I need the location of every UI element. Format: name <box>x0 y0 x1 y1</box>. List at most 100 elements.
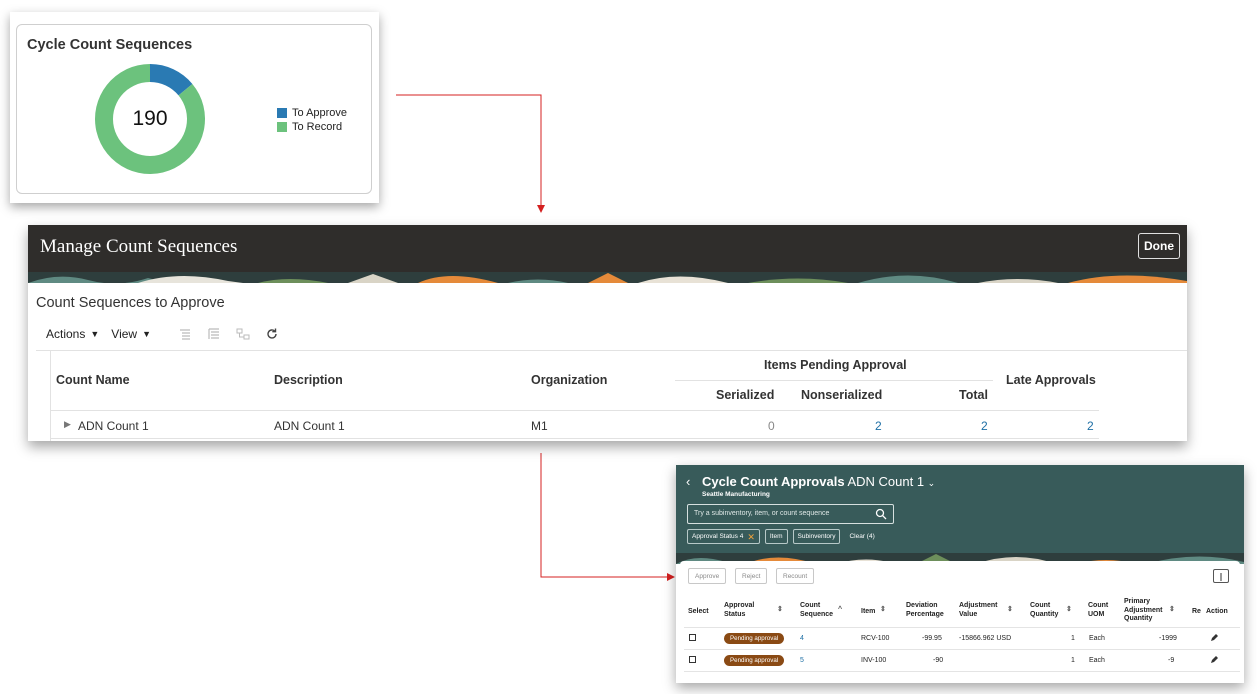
cell-deviation: -90 <box>933 657 944 664</box>
clear-filters-link[interactable]: Clear (4) <box>849 533 874 540</box>
cell-deviation: -99.95 <box>922 635 942 642</box>
table-top-border <box>36 350 1187 351</box>
sort-icon[interactable]: ⇕ <box>1007 606 1013 615</box>
expand-all-icon[interactable] <box>207 327 221 341</box>
search-input[interactable]: Try a subinventory, item, or count seque… <box>687 504 894 524</box>
approvals-title-bold: Cycle Count Approvals <box>702 474 845 489</box>
col-header-item[interactable]: Item <box>861 608 875 617</box>
approvals-header: ‹ Cycle Count Approvals ADN Count 1 ⌄ Se… <box>676 465 1244 555</box>
col-header-nonserialized[interactable]: Nonserialized <box>801 388 882 402</box>
cell-item: INV-100 <box>861 657 887 664</box>
sort-icon[interactable]: ⇕ <box>880 606 886 615</box>
hierarchy-icon[interactable] <box>236 327 250 341</box>
header-bottom-border <box>51 410 1099 411</box>
view-menu[interactable]: View ▼ <box>111 327 151 341</box>
cycle-count-sequences-card: Cycle Count Sequences 190 To Approve To … <box>10 12 379 203</box>
approvals-table-panel: Approve Reject Recount Select Approval St… <box>680 561 1240 683</box>
status-badge: Pending approval <box>724 633 785 644</box>
back-chevron-icon[interactable]: ‹ <box>686 474 690 489</box>
actions-menu[interactable]: Actions ▼ <box>46 327 99 341</box>
col-header-adjustment-value[interactable]: Adjustment Value <box>959 602 998 619</box>
caret-down-icon: ▼ <box>90 329 100 339</box>
organization-subtitle: Seattle Manufacturing <box>702 491 770 498</box>
edit-pencil-icon[interactable] <box>1210 633 1219 642</box>
col-group-header-items-pending: Items Pending Approval <box>764 358 907 372</box>
row-header-gutter <box>36 350 51 441</box>
col-header-count-uom[interactable]: Count UOM <box>1088 602 1108 619</box>
header-divider <box>684 627 1240 628</box>
col-header-approval-status[interactable]: Approval Status <box>724 602 754 619</box>
cell-late-approvals-link[interactable]: 2 <box>1087 419 1094 433</box>
search-placeholder: Try a subinventory, item, or count seque… <box>694 510 830 517</box>
row-select-checkbox[interactable] <box>689 634 696 641</box>
chevron-down-icon: ⌄ <box>927 478 936 488</box>
col-header-organization[interactable]: Organization <box>531 373 607 387</box>
group-header-divider <box>675 380 993 381</box>
chart-legend: To Approve To Record <box>277 106 347 134</box>
refresh-icon[interactable] <box>265 327 279 341</box>
sort-icon[interactable]: ⇕ <box>1169 606 1175 615</box>
cell-adjustment-value: -15866.962 USD <box>959 635 1012 642</box>
legend-item-to-record[interactable]: To Record <box>277 120 347 134</box>
col-header-total[interactable]: Total <box>959 388 988 402</box>
cell-count-quantity: 1 <box>1071 657 1075 664</box>
col-header-count-sequence[interactable]: Count Sequence <box>800 602 833 619</box>
cell-nonserialized-link[interactable]: 2 <box>875 419 882 433</box>
count-sequence-link[interactable]: 5 <box>800 657 804 664</box>
cell-item: RCV-100 <box>861 635 890 642</box>
sort-icon[interactable]: ⇕ <box>777 606 783 615</box>
cell-primary-adjustment: -9 <box>1168 657 1175 664</box>
col-header-select: Select <box>688 608 709 615</box>
cell-count-uom: Each <box>1089 635 1105 642</box>
col-header-primary-adjustment-quantity[interactable]: Primary Adjustment Quantity <box>1124 598 1163 624</box>
cell-count-quantity: 1 <box>1071 635 1075 642</box>
sort-icon[interactable]: ⇕ <box>1066 606 1072 615</box>
cell-count-uom: Each <box>1089 657 1105 664</box>
close-icon[interactable]: ✕ <box>747 532 755 541</box>
approvals-title[interactable]: Cycle Count Approvals ADN Count 1 ⌄ <box>702 474 935 489</box>
col-header-serialized[interactable]: Serialized <box>716 388 774 402</box>
col-header-count-quantity[interactable]: Count Quantity <box>1030 602 1058 619</box>
done-button[interactable]: Done <box>1138 233 1180 259</box>
col-header-description[interactable]: Description <box>274 373 343 387</box>
decorative-banner <box>28 272 1187 283</box>
row-divider <box>684 671 1240 672</box>
cell-description: ADN Count 1 <box>274 419 345 433</box>
legend-swatch-to-record <box>277 122 287 132</box>
col-header-late-approvals[interactable]: Late Approvals <box>1006 373 1096 387</box>
table-toolbar: Actions ▼ View ▼ <box>46 327 279 341</box>
filter-chip-item[interactable]: Item <box>764 529 788 544</box>
col-header-deviation-percentage[interactable]: Deviation Percentage <box>906 602 944 619</box>
sort-ascending-icon[interactable]: ^ <box>838 606 842 615</box>
col-header-action: Action <box>1206 608 1228 615</box>
approvals-title-count: ADN Count 1 <box>847 474 925 489</box>
column-toggle-icon[interactable] <box>1213 569 1229 583</box>
recount-button[interactable]: Recount <box>776 568 815 584</box>
chip-label: Approval Status 4 <box>692 533 744 540</box>
row-select-checkbox[interactable] <box>689 656 696 663</box>
legend-swatch-to-approve <box>277 108 287 118</box>
reject-button[interactable]: Reject <box>735 568 768 584</box>
section-title: Count Sequences to Approve <box>36 295 225 311</box>
search-icon[interactable] <box>875 508 887 520</box>
approve-button[interactable]: Approve <box>688 568 727 584</box>
col-header-truncated: Re <box>1192 608 1201 615</box>
chip-label: Item <box>769 533 783 540</box>
expand-row-icon[interactable]: ▶ <box>64 419 71 430</box>
actions-menu-label: Actions <box>46 327 86 341</box>
caret-down-icon: ▼ <box>142 329 151 339</box>
filter-chip-subinventory[interactable]: Subinventory <box>792 529 841 544</box>
cell-total-link[interactable]: 2 <box>981 419 988 433</box>
cell-organization: M1 <box>531 419 548 433</box>
widget-title: Cycle Count Sequences <box>27 37 193 53</box>
row-bottom-border <box>51 438 1099 439</box>
col-header-count-name[interactable]: Count Name <box>56 373 130 387</box>
screenshot-root: Cycle Count Sequences 190 To Approve To … <box>0 0 1257 694</box>
donut-widget[interactable]: Cycle Count Sequences 190 To Approve To … <box>16 24 372 194</box>
filter-chip-approval-status[interactable]: Approval Status 4 ✕ <box>687 529 760 544</box>
edit-pencil-icon[interactable] <box>1210 655 1219 664</box>
count-sequence-link[interactable]: 4 <box>800 635 804 642</box>
legend-label: To Approve <box>292 107 348 119</box>
legend-item-to-approve[interactable]: To Approve <box>277 106 347 120</box>
collapse-all-icon[interactable] <box>178 327 192 341</box>
